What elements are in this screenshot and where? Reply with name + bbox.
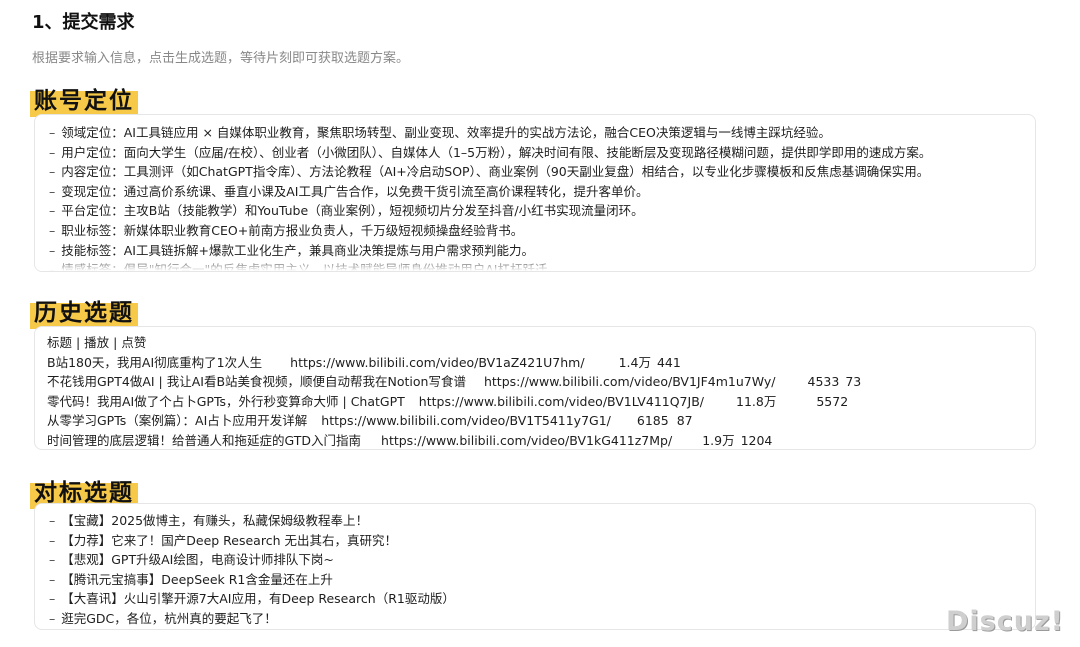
dash-bullet: – bbox=[49, 183, 56, 199]
benchmark-item-text: 【大喜讯】火山引擎开源7大AI应用，有Deep Research（R1驱动版） bbox=[61, 591, 455, 607]
benchmark-list: – 【宝藏】2025做博主，有赚头，私藏保姆级教程奉上！ – 【力荐】它来了！国产De… bbox=[49, 511, 1035, 629]
history-likes: 441 bbox=[656, 354, 681, 370]
account-positioning-heading: 账号定位 bbox=[30, 80, 138, 117]
dash-bullet: – bbox=[49, 144, 56, 160]
history-row: 时间管理的底层逻辑！给普通人和拖延症的GTD入门指南 https://www.bi… bbox=[47, 431, 1035, 449]
benchmark-item: – 【大喜讯】火山引擎开源7大AI应用，有Deep Research（R1驱动版） bbox=[49, 589, 1035, 609]
history-link[interactable]: https://www.bilibili.com/video/BV1aZ421U… bbox=[290, 355, 584, 370]
positioning-item-text: 变现定位：通过高价系统课、垂直小课及AI工具广告合作，以免费干货引流至高价课程转… bbox=[61, 183, 649, 199]
benchmark-item-text: 【宝藏】2025做博主，有赚头，私藏保姆级教程奉上！ bbox=[61, 513, 369, 528]
positioning-item-text: 用户定位：面向大学生（应届/在校）、创业者（小微团队）、自媒体人（1–5万粉），… bbox=[61, 144, 932, 160]
page-subtitle: 根据要求输入信息，点击生成选题，等待片刻即可获取选题方案。 bbox=[32, 51, 410, 66]
positioning-item: – 职业标签：新媒体职业教育CEO+前南方报业负责人，千万级短视频操盘经验背书。 bbox=[49, 221, 1035, 241]
dash-bullet: – bbox=[49, 571, 56, 587]
dash-bullet: – bbox=[49, 164, 56, 180]
history-link[interactable]: https://www.bilibili.com/video/BV1JF4m1u… bbox=[484, 374, 776, 389]
dash-bullet: – bbox=[49, 610, 56, 626]
history-row: 从零学习GPTs（案例篇）：AI占卜应用开发详解 https://www.bili… bbox=[47, 411, 1035, 431]
positioning-item: – 用户定位：面向大学生（应届/在校）、创业者（小微团队）、自媒体人（1–5万粉）… bbox=[49, 143, 1035, 163]
page: 1、提交需求 根据要求输入信息，点击生成选题，等待片刻即可获取选题方案。 账号定… bbox=[0, 0, 1080, 647]
history-list: B站180天，我用AI彻底重构了1次人生 https://www.bilibili… bbox=[47, 353, 1035, 449]
positioning-item: – 领域定位：AI工具链应用 × 自媒体职业教育，聚焦职场转型、副业变现、效率提升… bbox=[49, 123, 1035, 143]
history-link[interactable]: https://www.bilibili.com/video/BV1kG411z… bbox=[381, 433, 672, 448]
history-plays: 6185 bbox=[636, 413, 669, 429]
history-title: 零代码！我用AI做了个占卜GPTs，外行秒变算命大师 | ChatGPT bbox=[47, 393, 405, 409]
account-positioning-list: – 领域定位：AI工具链应用 × 自媒体职业教育，聚焦职场转型、副业变现、效率提升… bbox=[49, 123, 1035, 271]
dash-bullet: – bbox=[49, 242, 56, 258]
dash-bullet: – bbox=[49, 591, 56, 607]
page-title: 1、提交需求 bbox=[32, 12, 135, 33]
positioning-item-text: 技能标签：AI工具链拆解+爆款工业化生产，兼具商业决策提炼与用户需求预判能力。 bbox=[61, 242, 534, 258]
benchmark-item-text: 【腾讯元宝搞事】DeepSeek R1含金量还在上升 bbox=[61, 571, 333, 587]
dash-bullet: – bbox=[49, 203, 56, 219]
dash-bullet: – bbox=[49, 552, 56, 568]
history-plays: 1.4万 bbox=[618, 354, 651, 370]
history-likes: 5572 bbox=[816, 393, 849, 409]
dash-bullet: – bbox=[49, 222, 56, 238]
positioning-item: – 变现定位：通过高价系统课、垂直小课及AI工具广告合作，以免费干货引流至高价课程… bbox=[49, 182, 1035, 202]
history-title: 不花钱用GPT4做AI | 我让AI看B站美食视频，顺便自动帮我在Notion写… bbox=[47, 374, 466, 390]
history-likes: 1204 bbox=[740, 432, 773, 448]
history-row: 零代码！我用AI做了个占卜GPTs，外行秒变算命大师 | ChatGPT http… bbox=[47, 392, 1035, 412]
dash-bullet: – bbox=[49, 532, 56, 548]
history-row: 不花钱用GPT4做AI | 我让AI看B站美食视频，顺便自动帮我在Notion写… bbox=[47, 372, 1035, 392]
account-positioning-box[interactable]: – 领域定位：AI工具链应用 × 自媒体职业教育，聚焦职场转型、副业变现、效率提升… bbox=[34, 114, 1036, 272]
dash-bullet: – bbox=[49, 513, 56, 528]
positioning-item-text: 职业标签：新媒体职业教育CEO+前南方报业负责人，千万级短视频操盘经验背书。 bbox=[61, 222, 524, 238]
history-row: B站180天，我用AI彻底重构了1次人生 https://www.bilibili… bbox=[47, 353, 1035, 373]
positioning-item: – 内容定位：工具测评（如ChatGPT指令库）、方法论教程（AI+冷启动SOP）… bbox=[49, 162, 1035, 182]
history-title: B站180天，我用AI彻底重构了1次人生 bbox=[47, 354, 263, 370]
benchmark-item-text: 逛完GDC，各位，杭州真的要起飞了！ bbox=[61, 610, 277, 626]
benchmark-topics-box[interactable]: – 【宝藏】2025做博主，有赚头，私藏保姆级教程奉上！ – 【力荐】它来了！国产De… bbox=[34, 503, 1036, 630]
discuz-watermark: Discuz! bbox=[946, 606, 1064, 637]
benchmark-item: – 【力荐】它来了！国产Deep Research 无出其右，真研究！ bbox=[49, 531, 1035, 551]
history-link[interactable]: https://www.bilibili.com/video/BV1LV411Q… bbox=[419, 394, 704, 409]
positioning-item-text: 平台定位：主攻B站（技能教学）和YouTube（商业案例），短视频切片分发至抖音… bbox=[61, 203, 644, 219]
dash-bullet: – bbox=[49, 125, 56, 140]
history-plays: 1.9万 bbox=[702, 432, 735, 448]
fade-overlay bbox=[35, 257, 1035, 271]
benchmark-item-text: 【力荐】它来了！国产Deep Research 无出其右，真研究！ bbox=[61, 532, 397, 548]
history-title: 从零学习GPTs（案例篇）：AI占卜应用开发详解 bbox=[47, 413, 308, 429]
benchmark-item: – 【宝藏】2025做博主，有赚头，私藏保姆级教程奉上！ bbox=[49, 511, 1035, 531]
history-plays: 11.8万 bbox=[736, 393, 777, 409]
positioning-item-text: 领域定位：AI工具链应用 × 自媒体职业教育，聚焦职场转型、副业变现、效率提升的… bbox=[61, 125, 831, 140]
benchmark-item-text: 【悲观】GPT升级AI绘图，电商设计师排队下岗~ bbox=[61, 552, 334, 568]
history-likes: 73 bbox=[845, 374, 862, 390]
benchmark-item: – 【腾讯元宝搞事】DeepSeek R1含金量还在上升 bbox=[49, 570, 1035, 590]
positioning-item: – 平台定位：主攻B站（技能教学）和YouTube（商业案例），短视频切片分发至抖… bbox=[49, 201, 1035, 221]
benchmark-item: – 逛完GDC，各位，杭州真的要起飞了！ bbox=[49, 609, 1035, 629]
benchmark-item: – 【悲观】GPT升级AI绘图，电商设计师排队下岗~ bbox=[49, 550, 1035, 570]
history-plays: 4533 bbox=[807, 374, 840, 390]
history-likes: 87 bbox=[676, 413, 693, 429]
positioning-item-text: 内容定位：工具测评（如ChatGPT指令库）、方法论教程（AI+冷启动SOP）、… bbox=[61, 164, 930, 180]
history-topics-box[interactable]: 标题 | 播放 | 点赞 B站180天，我用AI彻底重构了1次人生 https:/… bbox=[34, 326, 1036, 450]
history-topics-heading: 历史选题 bbox=[30, 292, 138, 329]
history-title: 时间管理的底层逻辑！给普通人和拖延症的GTD入门指南 bbox=[47, 432, 362, 448]
history-columns-header: 标题 | 播放 | 点赞 bbox=[47, 335, 147, 350]
history-link[interactable]: https://www.bilibili.com/video/BV1T5411y… bbox=[321, 413, 611, 428]
